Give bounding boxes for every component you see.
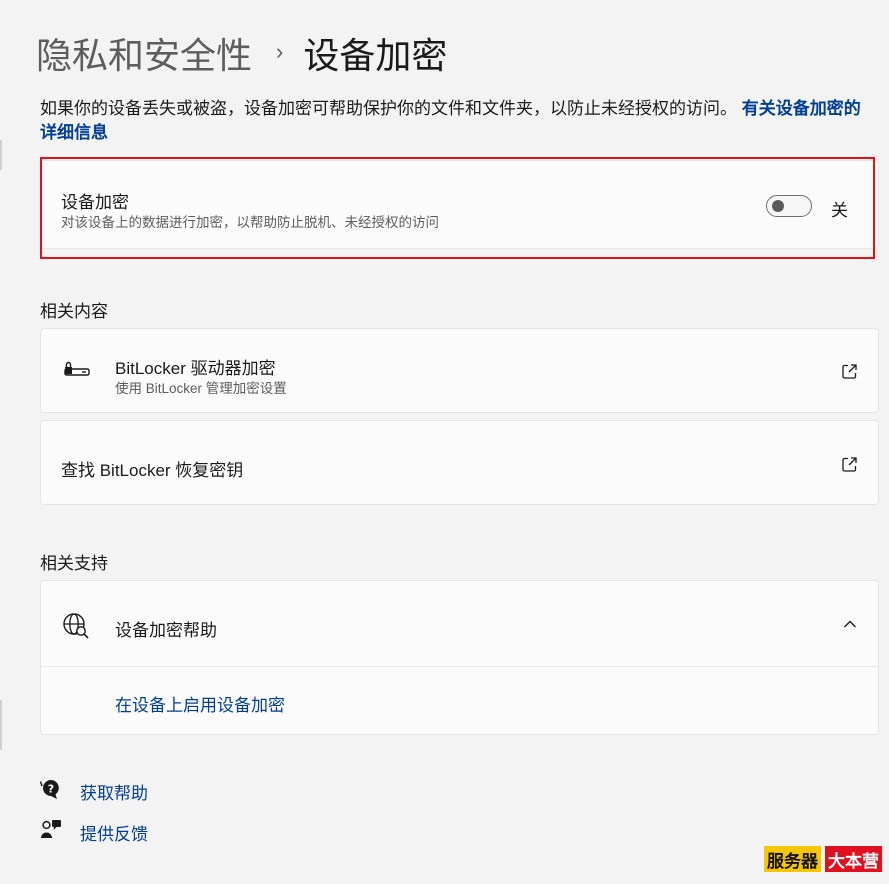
toggle-knob: [772, 200, 784, 212]
help-divider: [41, 666, 878, 667]
page-title: 设备加密: [303, 35, 448, 76]
bitlocker-drive-icon: [64, 361, 90, 376]
related-support-heading: 相关支持: [40, 554, 108, 573]
bitlocker-title: BitLocker 驱动器加密: [115, 359, 276, 378]
window-edge: [0, 700, 2, 750]
watermark-left: 服务器: [764, 846, 821, 872]
breadcrumb-parent-link[interactable]: 隐私和安全性: [36, 27, 252, 79]
watermark-right: 大本营: [825, 846, 882, 872]
device-encryption-card: 设备加密 对该设备上的数据进行加密，以帮助防止脱机、未经授权的访问 关: [40, 160, 879, 249]
device-encryption-toggle[interactable]: [766, 195, 812, 217]
get-help-icon: ?: [40, 780, 59, 799]
watermark-logo: 服务器 大本营: [764, 846, 882, 872]
device-encryption-help-card: 设备加密帮助 在设备上启用设备加密: [40, 580, 879, 735]
globe-icon: [63, 613, 89, 639]
find-recovery-key-title: 查找 BitLocker 恢复密钥: [61, 461, 244, 480]
feedback-icon: [41, 820, 61, 838]
device-encryption-subtitle: 对该设备上的数据进行加密，以帮助防止脱机、未经授权的访问: [61, 215, 439, 230]
external-link-icon: [842, 457, 857, 472]
related-content-heading: 相关内容: [40, 302, 108, 321]
get-help-link[interactable]: 获取帮助: [80, 779, 148, 804]
breadcrumb: 隐私和安全性 › 设备加密: [36, 28, 447, 78]
breadcrumb-chevron-icon: ›: [276, 39, 284, 64]
device-encryption-title: 设备加密: [61, 193, 129, 212]
help-title: 设备加密帮助: [115, 621, 217, 640]
help-expander-header[interactable]: 设备加密帮助: [41, 581, 878, 666]
toggle-state-label: 关: [831, 201, 848, 220]
intro-text: 如果你的设备丢失或被盗，设备加密可帮助保护你的文件和文件夹，以防止未经授权的访问…: [40, 99, 737, 118]
feedback-link[interactable]: 提供反馈: [80, 820, 148, 845]
enable-device-encryption-link[interactable]: 在设备上启用设备加密: [115, 691, 285, 716]
bitlocker-subtitle: 使用 BitLocker 管理加密设置: [115, 381, 287, 396]
svg-text:?: ?: [48, 783, 54, 796]
external-link-icon: [842, 364, 857, 379]
chevron-up-icon[interactable]: [843, 619, 857, 629]
intro-description: 如果你的设备丢失或被盗，设备加密可帮助保护你的文件和文件夹，以防止未经授权的访问…: [40, 97, 875, 145]
find-recovery-key-card[interactable]: 查找 BitLocker 恢复密钥: [40, 420, 879, 505]
bitlocker-drive-encryption-card[interactable]: BitLocker 驱动器加密 使用 BitLocker 管理加密设置: [40, 328, 879, 413]
window-edge: [0, 140, 2, 170]
